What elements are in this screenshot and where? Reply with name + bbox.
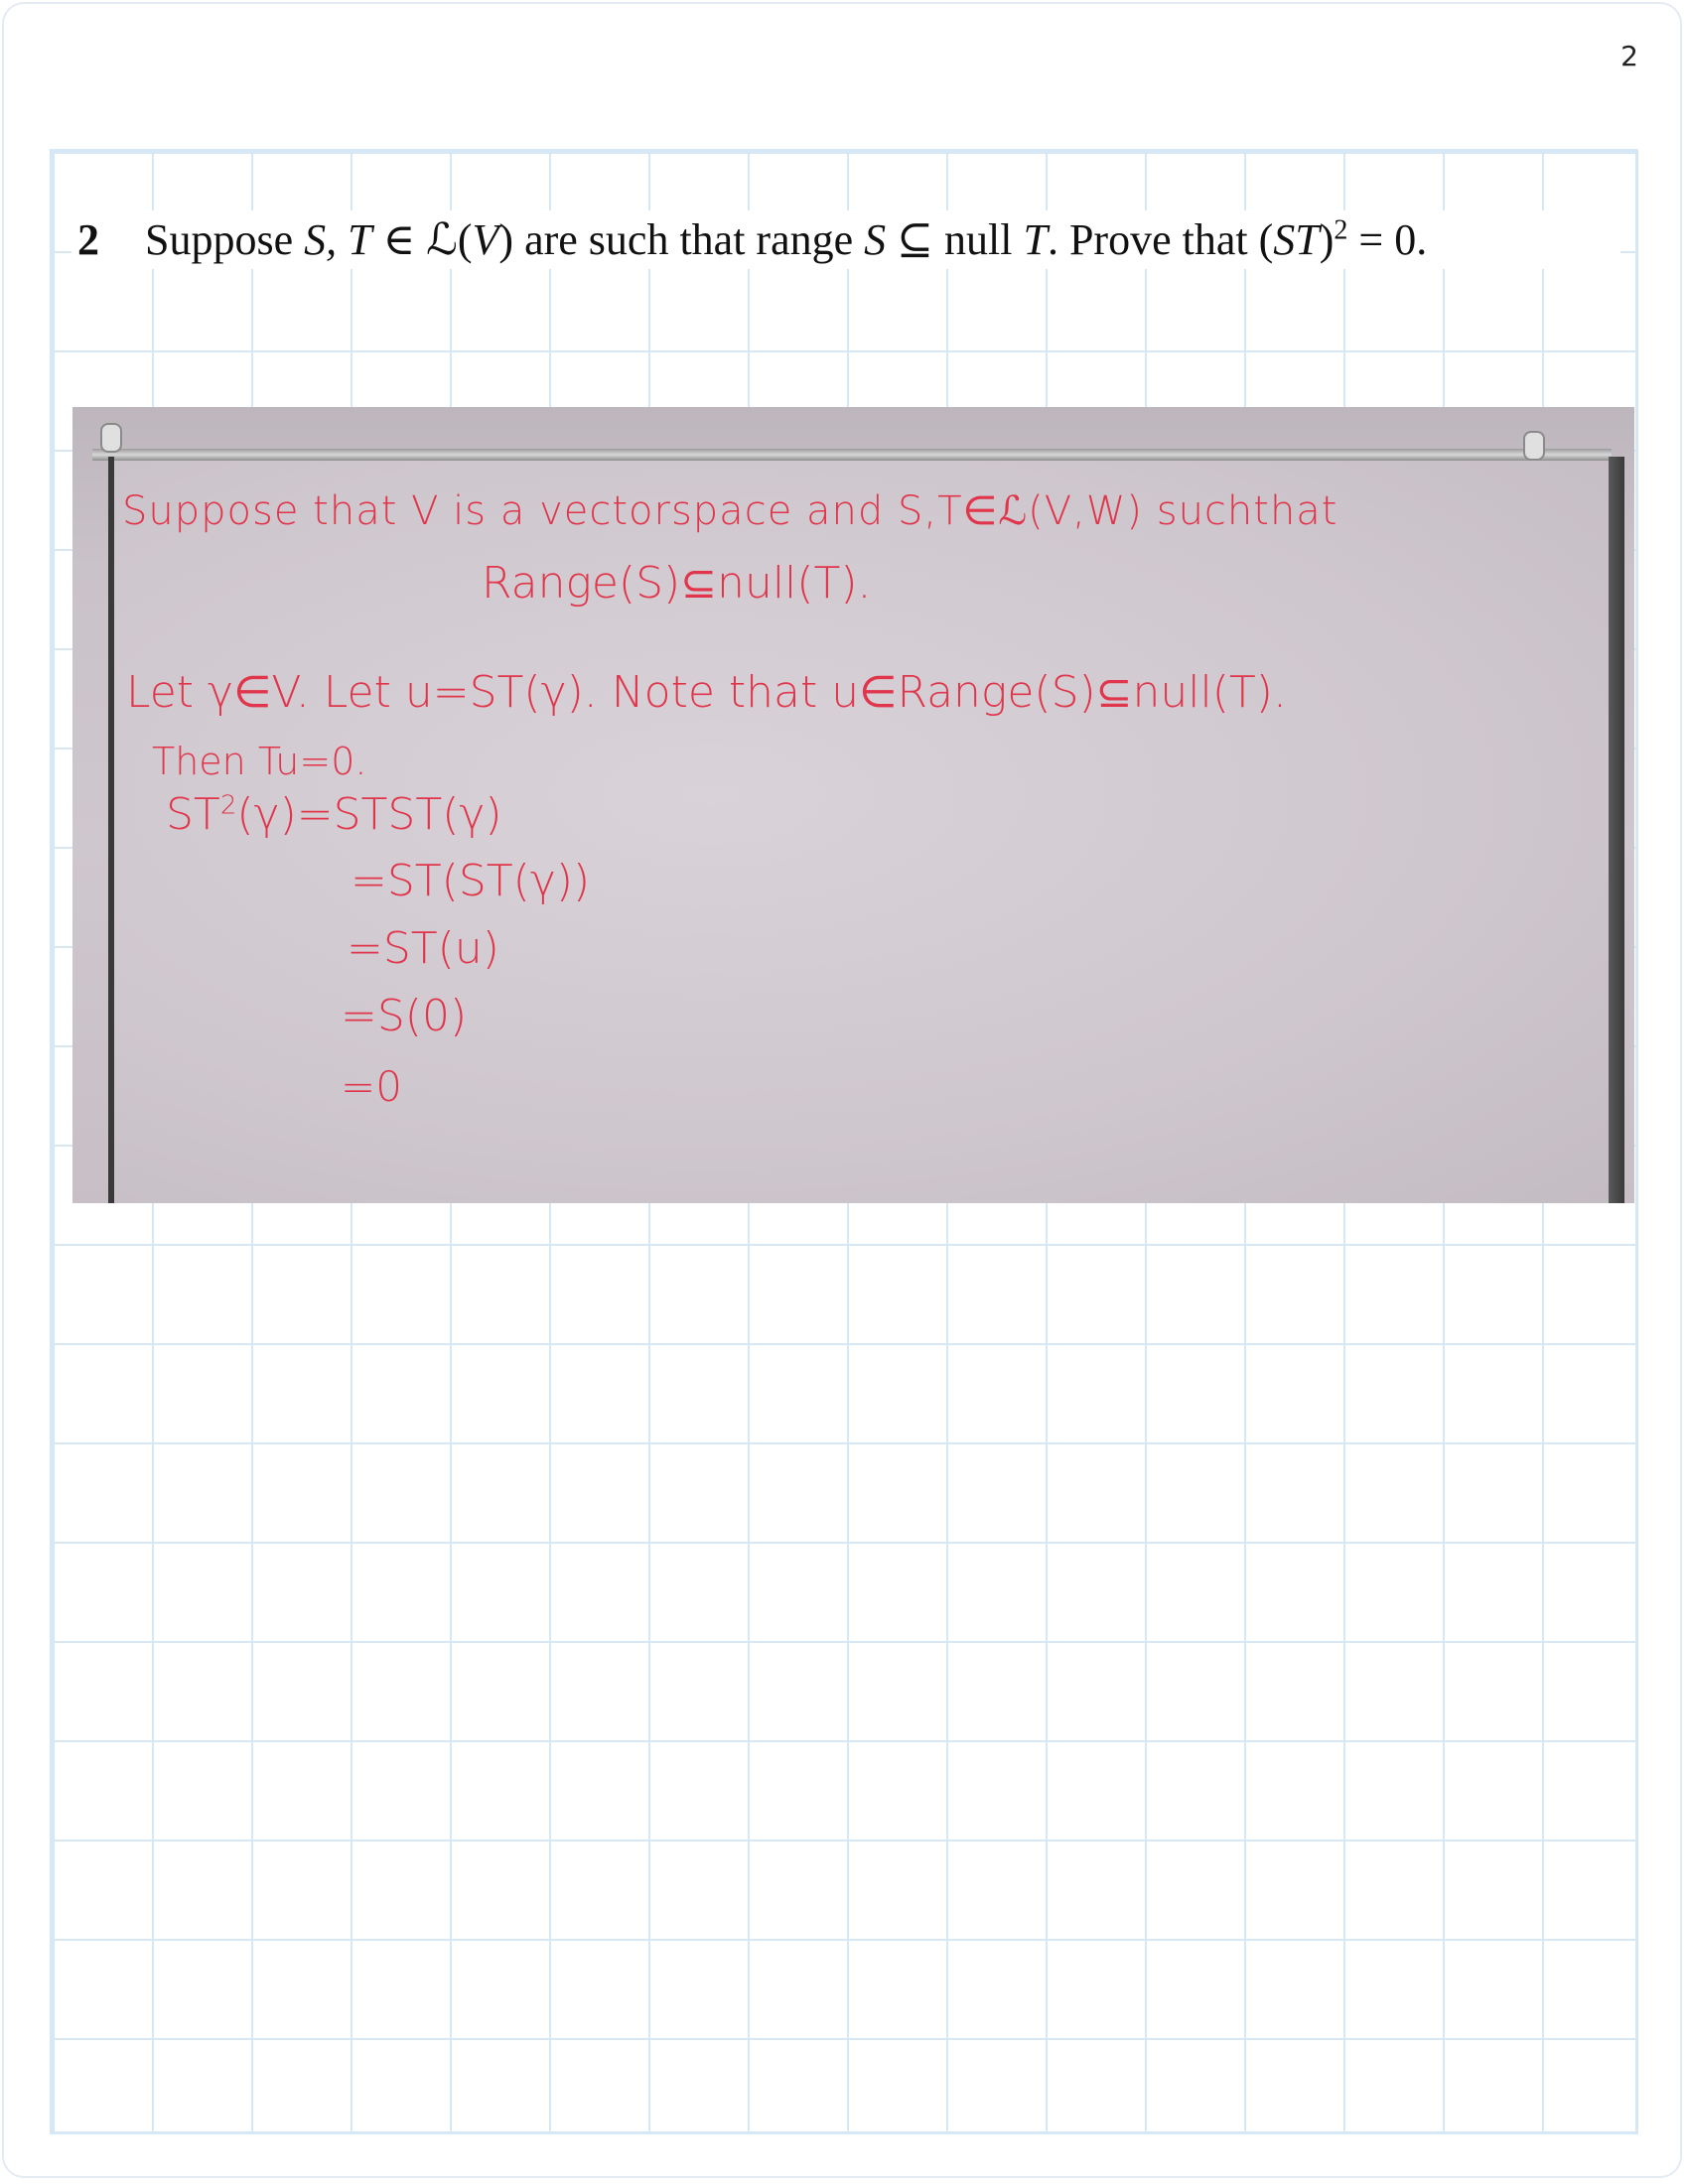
- board-line-2: Range(S)⊆null(T).: [482, 558, 872, 609]
- whiteboard-top-rail: [92, 449, 1612, 461]
- board-line-5: ST2(γ)=STST(γ): [166, 789, 502, 840]
- page-number: 2: [1620, 40, 1638, 72]
- problem-statement: 2 Suppose S, T ∈ ℒ(V) are such that range…: [71, 210, 1620, 269]
- board-line-6: =ST(ST(γ)): [351, 856, 591, 906]
- board-line-1: Suppose that V is a vectorspace and S,T∈…: [122, 488, 1338, 534]
- board-line-9: =0: [341, 1062, 402, 1111]
- whiteboard-photo: Suppose that V is a vectorspace and S,T∈…: [72, 407, 1634, 1203]
- board-line-3: Let γ∈V. Let u=ST(γ). Note that u∈Range(…: [126, 667, 1287, 718]
- board-line-8: =S(0): [341, 991, 468, 1041]
- whiteboard-right-frame: [1609, 457, 1624, 1203]
- board-line-7: =ST(u): [347, 923, 499, 974]
- problem-number: 2: [77, 215, 99, 264]
- board-line-4: Then Tu=0.: [152, 740, 367, 783]
- hook-left-icon: [100, 423, 122, 453]
- whiteboard-left-frame: [108, 457, 114, 1203]
- hook-right-icon: [1523, 431, 1545, 461]
